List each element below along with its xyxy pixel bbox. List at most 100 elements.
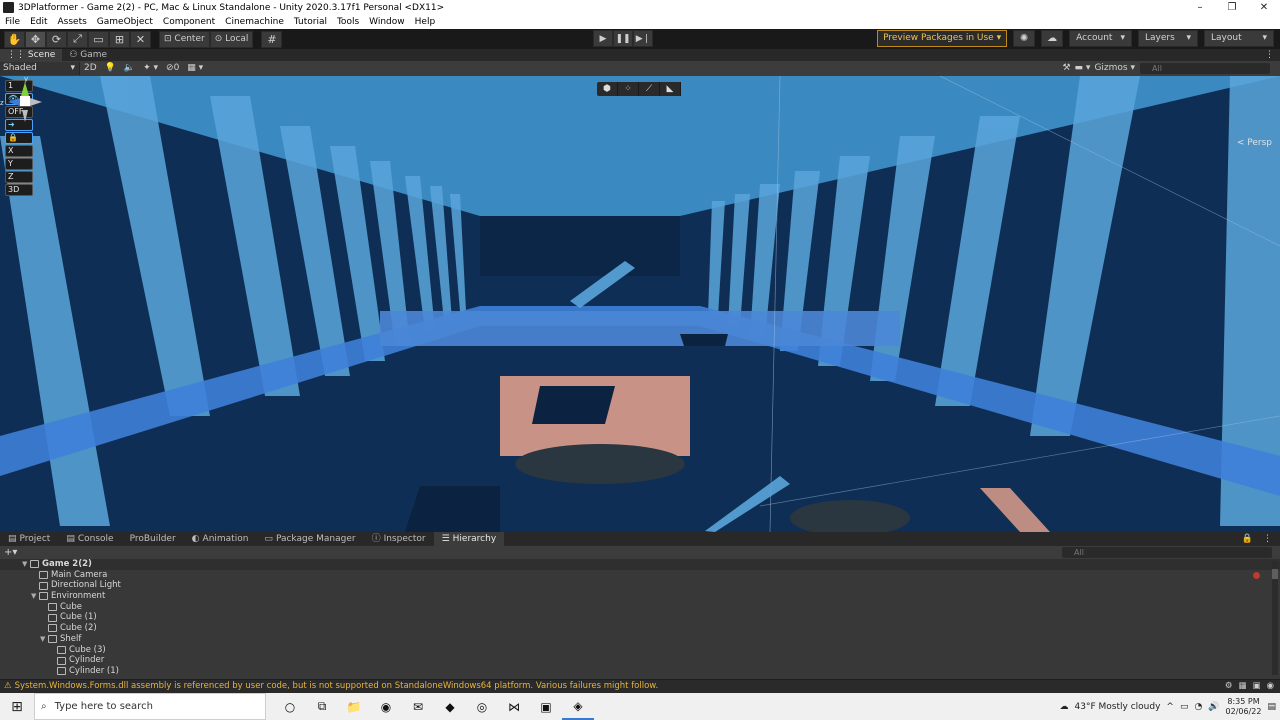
overlay-z-toggle[interactable]: Z bbox=[5, 171, 33, 183]
windows-start-icon[interactable]: ⊞ bbox=[0, 693, 34, 720]
services-icon[interactable]: ✺ bbox=[1013, 30, 1036, 47]
progress-icon[interactable]: ⚙ bbox=[1225, 680, 1233, 693]
wifi-icon[interactable]: ◔ bbox=[1194, 702, 1202, 712]
tab-probuilder[interactable]: ProBuilder bbox=[122, 532, 184, 546]
hierarchy-item[interactable]: Cube (1) bbox=[0, 612, 1280, 623]
hierarchy-search-input[interactable]: All bbox=[1062, 547, 1272, 558]
pivot-local-button[interactable]: ⊙ Local bbox=[209, 30, 254, 48]
tab-project[interactable]: ▤ Project bbox=[0, 532, 58, 546]
menu-edit[interactable]: Edit bbox=[25, 17, 52, 27]
minimize-button[interactable]: – bbox=[1184, 0, 1216, 15]
cache-icon[interactable]: ▦ bbox=[1239, 680, 1247, 693]
effects-dropdown-icon[interactable]: ✦ ▾ bbox=[139, 62, 162, 75]
move-tool-icon[interactable]: ✥ bbox=[25, 30, 46, 48]
expand-arrow-icon[interactable]: ▼ bbox=[31, 591, 39, 602]
hand-tool-icon[interactable]: ✋ bbox=[4, 30, 25, 48]
tab-scene[interactable]: ⋮⋮ Scene bbox=[0, 49, 63, 61]
weather-text[interactable]: 43°F Mostly cloudy bbox=[1075, 702, 1161, 712]
tab-package-manager[interactable]: ▭ Package Manager bbox=[256, 532, 363, 546]
tab-inspector[interactable]: ⓘ Inspector bbox=[364, 532, 434, 546]
maximize-button[interactable]: ❐ bbox=[1216, 0, 1248, 15]
scale-tool-icon[interactable]: ⤢ bbox=[67, 30, 88, 48]
mail-icon[interactable]: ✉ bbox=[402, 693, 434, 720]
rotate-tool-icon[interactable]: ⟳ bbox=[46, 30, 67, 48]
play-button[interactable]: ▶ bbox=[593, 30, 613, 47]
tray-chevron-icon[interactable]: ^ bbox=[1166, 702, 1174, 712]
taskbar-search-input[interactable]: ⌕ Type here to search bbox=[34, 693, 266, 720]
grid-toggle-icon[interactable]: ▦ ▾ bbox=[183, 62, 207, 75]
lighting-toggle-icon[interactable]: 💡 bbox=[101, 62, 120, 75]
hierarchy-item[interactable]: Cylinder (1) bbox=[0, 666, 1280, 677]
account-dropdown[interactable]: Account ▾ bbox=[1069, 30, 1132, 47]
scene-search-input[interactable]: All bbox=[1140, 63, 1270, 74]
menu-help[interactable]: Help bbox=[410, 17, 441, 27]
network-icon[interactable]: ▭ bbox=[1180, 702, 1189, 712]
tab-animation[interactable]: ◐ Animation bbox=[184, 532, 257, 546]
cortana-icon[interactable]: ○ bbox=[274, 693, 306, 720]
visual-studio-icon[interactable]: ⋈ bbox=[498, 693, 530, 720]
chrome-icon[interactable]: ◉ bbox=[370, 693, 402, 720]
unity-hub-icon[interactable]: ◆ bbox=[434, 693, 466, 720]
tab-console[interactable]: ▤ Console bbox=[58, 532, 121, 546]
grid-snap-icon[interactable]: # bbox=[261, 30, 283, 48]
shading-mode-dropdown[interactable]: Shaded ▾ bbox=[0, 62, 80, 75]
debug-icon[interactable]: ▣ bbox=[1253, 680, 1261, 693]
object-mode-icon[interactable]: ⬢ bbox=[597, 82, 618, 96]
hierarchy-item[interactable]: Cylinder bbox=[0, 655, 1280, 666]
lock-icon[interactable]: 🔒 bbox=[1242, 532, 1253, 546]
face-mode-icon[interactable]: ◣ bbox=[660, 82, 681, 96]
dock-menu-icon[interactable]: ⋮ bbox=[1263, 532, 1272, 546]
edge-mode-icon[interactable]: ⟋ bbox=[639, 82, 660, 96]
overlay-lock-toggle[interactable]: 🔒 bbox=[5, 132, 33, 144]
tab-hierarchy[interactable]: ☰ Hierarchy bbox=[433, 532, 505, 546]
pivot-center-button[interactable]: ⊡ Center bbox=[159, 30, 210, 48]
audio-toggle-icon[interactable]: 🔈 bbox=[120, 62, 139, 75]
layers-dropdown[interactable]: Layers ▾ bbox=[1138, 30, 1198, 47]
volume-icon[interactable]: 🔊 bbox=[1208, 702, 1219, 712]
tab-game[interactable]: ⚇ Game bbox=[62, 49, 114, 61]
collaborate-icon[interactable]: ◉ bbox=[1267, 680, 1274, 693]
scene-viewport[interactable]: 1 👁 OFF ➜ 🔒 X Y Z 3D ⬢ ⁘ ⟋ ◣ y z < Persp bbox=[0, 76, 1280, 532]
menu-assets[interactable]: Assets bbox=[53, 17, 92, 27]
edge-icon[interactable]: ◎ bbox=[466, 693, 498, 720]
file-explorer-icon[interactable]: 📁 bbox=[338, 693, 370, 720]
transform-tool-icon[interactable]: ⊞ bbox=[109, 30, 130, 48]
notification-icon[interactable]: ▤ bbox=[1267, 702, 1276, 712]
2d-toggle-button[interactable]: 2D bbox=[80, 62, 101, 75]
gizmos-dropdown[interactable]: Gizmos ▾ bbox=[1094, 62, 1135, 75]
cloud-icon[interactable]: ☁ bbox=[1041, 30, 1064, 47]
hierarchy-item[interactable]: ▼ Environment bbox=[0, 591, 1280, 602]
step-button[interactable]: ▶❘ bbox=[633, 30, 653, 47]
menu-tools[interactable]: Tools bbox=[332, 17, 364, 27]
orientation-gizmo[interactable]: y z bbox=[0, 76, 50, 128]
custom-tool-icon[interactable]: ✕ bbox=[130, 30, 151, 48]
pause-button[interactable]: ❚❚ bbox=[613, 30, 633, 47]
menu-cinemachine[interactable]: Cinemachine bbox=[220, 17, 289, 27]
layout-dropdown[interactable]: Layout ▾ bbox=[1204, 30, 1274, 47]
perspective-toggle[interactable]: < Persp bbox=[1237, 138, 1272, 148]
hierarchy-scene-row[interactable]: ▼ Game 2(2) bbox=[0, 559, 1280, 570]
hidden-objects-count[interactable]: ⊘0 bbox=[162, 62, 183, 75]
clock[interactable]: 8:35 PM 02/06/22 bbox=[1226, 697, 1262, 717]
tools-icon[interactable]: ⚒ bbox=[1062, 62, 1070, 75]
overlay-x-toggle[interactable]: X bbox=[5, 145, 33, 157]
scene-tab-menu-icon[interactable]: ⋮ bbox=[1265, 49, 1274, 61]
create-button[interactable]: +▾ bbox=[4, 546, 17, 559]
menu-tutorial[interactable]: Tutorial bbox=[289, 17, 332, 27]
menu-file[interactable]: File bbox=[0, 17, 25, 27]
hierarchy-item[interactable]: Main Camera bbox=[0, 570, 1280, 581]
menu-gameobject[interactable]: GameObject bbox=[92, 17, 158, 27]
camera-settings-icon[interactable]: ▬ ▾ bbox=[1075, 62, 1091, 75]
hierarchy-item[interactable]: ▼ Shelf bbox=[0, 634, 1280, 645]
expand-arrow-icon[interactable]: ▼ bbox=[40, 634, 48, 645]
status-message[interactable]: System.Windows.Forms.dll assembly is ref… bbox=[15, 680, 659, 693]
menu-component[interactable]: Component bbox=[158, 17, 220, 27]
twitch-icon[interactable]: ▣ bbox=[530, 693, 562, 720]
unity-taskbar-icon[interactable]: ◈ bbox=[562, 693, 594, 720]
close-button[interactable]: ✕ bbox=[1248, 0, 1280, 15]
overlay-y-toggle[interactable]: Y bbox=[5, 158, 33, 170]
hierarchy-item[interactable]: Cube bbox=[0, 602, 1280, 613]
preview-packages-button[interactable]: Preview Packages in Use ▾ bbox=[877, 30, 1008, 47]
hierarchy-scrollbar[interactable] bbox=[1272, 561, 1278, 675]
task-view-icon[interactable]: ⧉ bbox=[306, 693, 338, 720]
